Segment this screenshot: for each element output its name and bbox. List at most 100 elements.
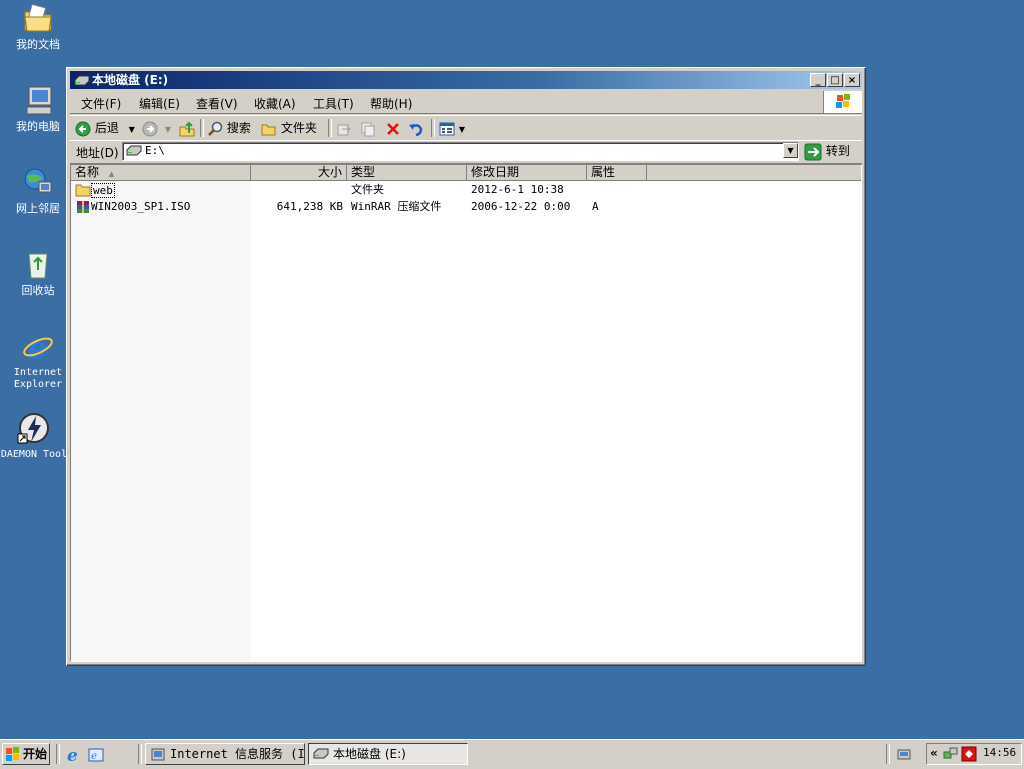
windows-logo-icon bbox=[823, 91, 862, 113]
desktop-icon-label: 我的电脑 bbox=[16, 120, 60, 133]
go-button[interactable]: 转到 bbox=[804, 142, 850, 160]
move-to-icon bbox=[337, 124, 351, 135]
desktop-icon-internet-explorer[interactable]: e Internet Explorer bbox=[0, 330, 76, 391]
copy-to-icon bbox=[361, 122, 375, 136]
winrar-archive-icon bbox=[75, 200, 91, 219]
system-tray: « 14:56 bbox=[926, 743, 1022, 765]
task-iis[interactable]: Internet 信息服务 (I... bbox=[145, 743, 305, 765]
desktop-icon-label: DAEMON Tool bbox=[0, 449, 68, 460]
back-button[interactable]: 后退 ▼ bbox=[75, 119, 135, 137]
file-attributes: A bbox=[592, 200, 599, 213]
window-title: 本地磁盘 (E:) bbox=[92, 73, 169, 87]
move-to-button[interactable] bbox=[336, 119, 352, 137]
menu-view[interactable]: 查看(V) bbox=[196, 95, 238, 112]
file-type: WinRAR 压缩文件 bbox=[351, 200, 442, 213]
column-header-modified[interactable]: 修改日期 bbox=[467, 165, 587, 181]
minimize-button[interactable]: _ bbox=[810, 73, 826, 87]
drive-icon bbox=[74, 74, 90, 92]
svg-text:e: e bbox=[28, 331, 47, 364]
desktop-icon-label: Internet Explorer bbox=[13, 367, 63, 390]
toolbar-separator bbox=[200, 119, 204, 137]
delete-button[interactable] bbox=[385, 119, 401, 137]
window-titlebar[interactable]: 本地磁盘 (E:) _ □ × bbox=[70, 71, 862, 89]
task-local-disk[interactable]: 本地磁盘 (E:) bbox=[308, 743, 468, 765]
tray-network-icon bbox=[943, 747, 958, 759]
close-button[interactable]: × bbox=[844, 73, 860, 87]
ie-icon: e bbox=[21, 330, 55, 366]
svg-text:e: e bbox=[91, 751, 97, 762]
address-input[interactable]: E:\ ▼ bbox=[122, 142, 799, 161]
file-row[interactable]: WIN2003_SP1.ISO 641,238 KB WinRAR 压缩文件 2… bbox=[71, 199, 861, 215]
views-icon bbox=[439, 122, 455, 135]
desktop-icon-daemon-tools[interactable]: DAEMON Tool bbox=[0, 412, 68, 461]
undo-icon bbox=[409, 123, 423, 136]
address-dropdown-button[interactable]: ▼ bbox=[783, 143, 798, 158]
tray-security-icon bbox=[961, 746, 977, 762]
taskbar-separator bbox=[138, 744, 142, 764]
menu-file[interactable]: 文件(F) bbox=[81, 95, 121, 112]
back-label: 后退 bbox=[94, 121, 119, 135]
address-bar: 地址(D) E:\ ▼ 转到 bbox=[70, 140, 862, 164]
my-documents-icon bbox=[21, 2, 55, 36]
recycle-bin-icon bbox=[21, 248, 55, 282]
start-label: 开始 bbox=[23, 747, 48, 761]
file-row[interactable]: web 文件夹 2012-6-1 10:38 bbox=[71, 182, 861, 198]
menu-help[interactable]: 帮助(H) bbox=[370, 95, 412, 112]
tray-collapse-button[interactable]: « bbox=[930, 746, 938, 760]
file-size: 641,238 KB bbox=[276, 200, 343, 213]
go-label: 转到 bbox=[825, 144, 850, 158]
clock[interactable]: 14:56 bbox=[983, 746, 1016, 759]
daemon-tools-icon bbox=[17, 412, 51, 446]
standard-toolbar: 后退 ▼ ▼ 搜索 文件夹 ▼ bbox=[70, 115, 862, 141]
file-modified: 2012-6-1 10:38 bbox=[471, 183, 564, 196]
task-label: Internet 信息服务 (I... bbox=[170, 747, 305, 761]
start-button[interactable]: 开始 bbox=[2, 743, 50, 765]
show-desktop-icon: e bbox=[88, 748, 104, 762]
column-header-type[interactable]: 类型 bbox=[347, 165, 467, 181]
task-label: 本地磁盘 (E:) bbox=[333, 747, 406, 761]
taskbar-separator bbox=[886, 744, 890, 764]
quicklaunch-separator bbox=[56, 744, 60, 764]
up-folder-icon bbox=[179, 121, 195, 136]
file-type: 文件夹 bbox=[351, 183, 384, 196]
delete-icon bbox=[387, 122, 399, 135]
back-arrow-icon bbox=[75, 121, 91, 136]
maximize-button[interactable]: □ bbox=[827, 73, 843, 87]
search-button[interactable]: 搜索 bbox=[207, 119, 251, 137]
up-folder-button[interactable] bbox=[179, 119, 195, 137]
forward-dropdown-icon[interactable]: ▼ bbox=[165, 125, 171, 134]
menu-bar: 文件(F) 编辑(E) 查看(V) 收藏(A) 工具(T) 帮助(H) bbox=[70, 91, 862, 114]
views-dropdown-icon[interactable]: ▼ bbox=[459, 125, 465, 134]
menu-edit[interactable]: 编辑(E) bbox=[139, 95, 180, 112]
tray-network-app[interactable] bbox=[896, 746, 914, 765]
drive-icon bbox=[313, 748, 329, 759]
quicklaunch-ie[interactable]: e bbox=[65, 746, 83, 767]
column-header-attributes[interactable]: 属性 bbox=[587, 165, 647, 181]
desktop-icon-network-places[interactable]: 网上邻居 bbox=[0, 166, 76, 215]
folders-button[interactable]: 文件夹 bbox=[261, 119, 317, 137]
views-button[interactable]: ▼ bbox=[439, 119, 465, 137]
folders-label: 文件夹 bbox=[280, 121, 317, 135]
desktop-icon-my-computer[interactable]: 我的电脑 bbox=[0, 84, 76, 133]
network-places-icon bbox=[21, 166, 55, 200]
windows-flag-icon bbox=[6, 747, 19, 761]
forward-button[interactable]: ▼ bbox=[142, 119, 171, 137]
name-column-highlight bbox=[71, 181, 251, 661]
desktop-icon-recycle-bin[interactable]: 回收站 bbox=[0, 248, 76, 297]
column-header-name[interactable]: 名称 ▲ bbox=[71, 165, 251, 181]
menu-tools[interactable]: 工具(T) bbox=[313, 95, 354, 112]
folders-icon bbox=[261, 124, 276, 135]
quicklaunch-show-desktop[interactable]: e bbox=[87, 746, 105, 767]
taskbar: 开始 e e Internet 信息服务 (I... 本地磁盘 (E:) « 1… bbox=[0, 739, 1024, 769]
search-label: 搜索 bbox=[226, 121, 251, 135]
desktop-icon-my-documents[interactable]: 我的文档 bbox=[0, 2, 76, 51]
file-name: web bbox=[91, 183, 115, 198]
sort-ascending-icon: ▲ bbox=[108, 170, 115, 178]
back-dropdown-icon[interactable]: ▼ bbox=[129, 125, 135, 134]
copy-to-button[interactable] bbox=[360, 119, 376, 137]
undo-button[interactable] bbox=[408, 119, 424, 137]
desktop-icon-label: 网上邻居 bbox=[16, 202, 60, 215]
menu-favorites[interactable]: 收藏(A) bbox=[254, 95, 296, 112]
toolbar-separator bbox=[431, 119, 435, 137]
column-header-size[interactable]: 大小 bbox=[251, 165, 347, 181]
